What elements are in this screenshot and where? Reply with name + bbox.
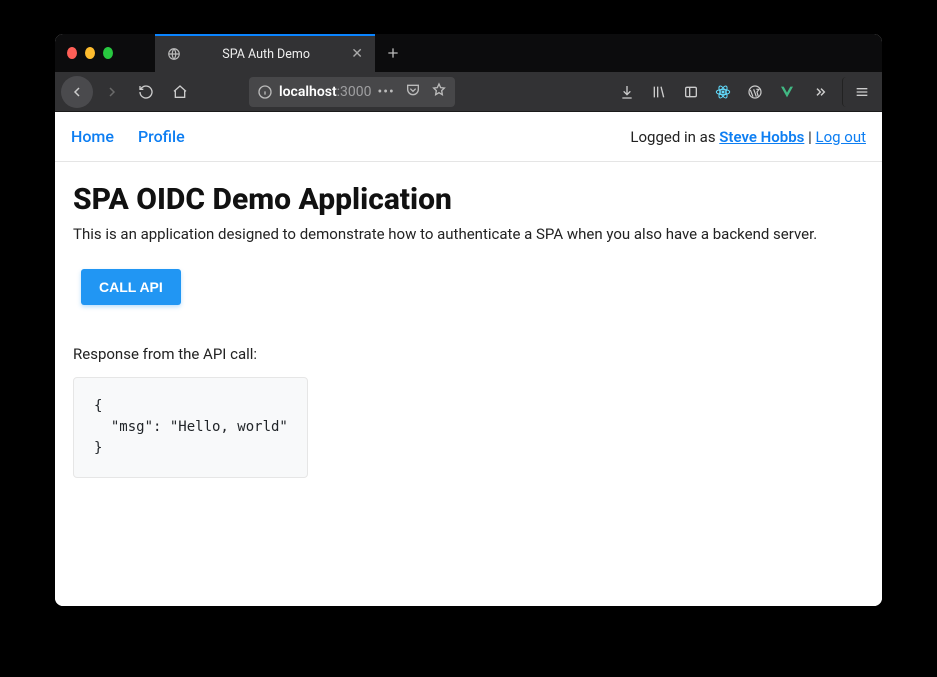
library-icon[interactable] <box>644 77 674 107</box>
extension-vue-icon[interactable] <box>772 77 802 107</box>
auth-prefix: Logged in as <box>630 128 719 146</box>
new-tab-button[interactable] <box>375 34 411 72</box>
page-viewport: Home Profile Logged in as Steve Hobbs | … <box>55 112 882 606</box>
hamburger-menu-icon[interactable] <box>842 77 872 107</box>
forward-button[interactable] <box>97 77 127 107</box>
tab-favicon-icon <box>167 47 181 61</box>
auth-user-link[interactable]: Steve Hobbs <box>719 128 804 146</box>
window-zoom-button[interactable] <box>103 47 113 59</box>
window-titlebar: SPA Auth Demo ✕ <box>55 34 882 72</box>
app-navbar: Home Profile Logged in as Steve Hobbs | … <box>55 112 882 162</box>
address-bar[interactable]: localhost:3000 ••• <box>249 77 455 107</box>
page-actions-icon[interactable]: ••• <box>378 84 395 100</box>
auth-separator: | <box>804 128 815 146</box>
urlbar-actions: ••• <box>378 82 447 102</box>
api-response-body: { "msg": "Hello, world" } <box>73 377 308 478</box>
extension-wordpress-icon[interactable] <box>740 77 770 107</box>
tab-title: SPA Auth Demo <box>222 47 310 62</box>
sidebar-icon[interactable] <box>676 77 706 107</box>
pocket-icon[interactable] <box>405 82 421 102</box>
url-port: :3000 <box>337 84 372 100</box>
window-minimize-button[interactable] <box>85 47 95 59</box>
page-heading: SPA OIDC Demo Application <box>73 182 864 217</box>
extension-react-icon[interactable] <box>708 77 738 107</box>
url-host: localhost <box>279 84 337 100</box>
call-api-button[interactable]: CALL API <box>81 269 181 305</box>
bookmark-star-icon[interactable] <box>431 82 447 102</box>
toolbar-extensions <box>612 77 872 107</box>
url-text: localhost:3000 <box>279 84 372 100</box>
back-button[interactable] <box>61 76 93 108</box>
nav-home-link[interactable]: Home <box>71 127 114 146</box>
main-content: SPA OIDC Demo Application This is an app… <box>55 162 882 498</box>
overflow-icon[interactable] <box>804 77 834 107</box>
browser-tab-active[interactable]: SPA Auth Demo ✕ <box>155 34 375 72</box>
browser-toolbar: localhost:3000 ••• <box>55 72 882 112</box>
window-close-button[interactable] <box>67 47 77 59</box>
reload-button[interactable] <box>131 77 161 107</box>
window-controls <box>55 34 125 72</box>
site-info-icon[interactable] <box>257 84 273 100</box>
logout-link[interactable]: Log out <box>815 128 866 146</box>
nav-links: Home Profile <box>71 127 185 146</box>
home-button[interactable] <box>165 77 195 107</box>
response-label: Response from the API call: <box>73 345 864 363</box>
downloads-icon[interactable] <box>612 77 642 107</box>
nav-profile-link[interactable]: Profile <box>138 127 185 146</box>
tab-close-icon[interactable]: ✕ <box>351 47 363 61</box>
tab-strip: SPA Auth Demo ✕ <box>155 34 411 72</box>
auth-status: Logged in as Steve Hobbs | Log out <box>630 128 866 146</box>
browser-window: SPA Auth Demo ✕ localhost:3000 <box>55 34 882 606</box>
page-description: This is an application designed to demon… <box>73 225 864 243</box>
